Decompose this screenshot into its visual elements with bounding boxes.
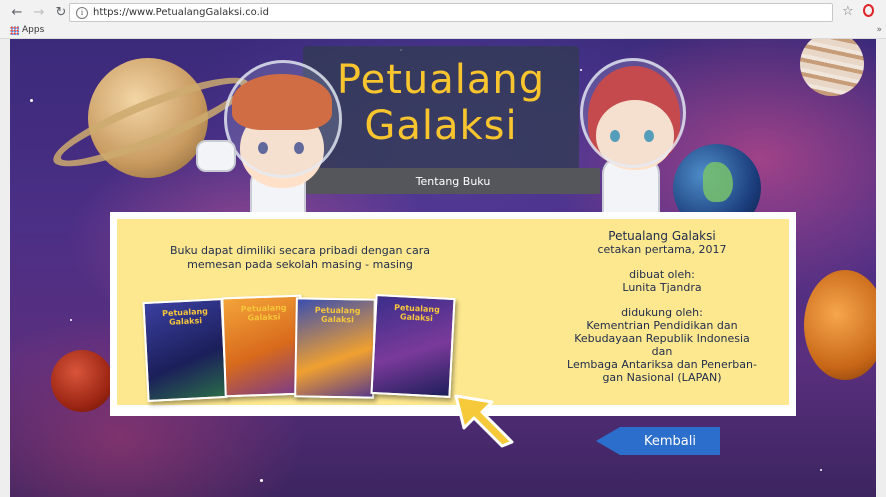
back-arrow-icon[interactable]: ← xyxy=(9,4,25,20)
purchase-info: Buku dapat dimiliki secara pribadi denga… xyxy=(150,244,450,272)
boy-fist xyxy=(196,140,236,172)
red-planet xyxy=(51,350,113,412)
bookmark-star-icon[interactable]: ☆ xyxy=(842,4,854,19)
apps-label: Apps xyxy=(22,25,45,35)
book-cover-title: Petualang Galaksi xyxy=(161,306,209,327)
site-title-line1: Petualang xyxy=(336,57,546,103)
credits-made-by-label: dibuat oleh: xyxy=(629,268,695,281)
page-margin-right xyxy=(876,39,886,497)
star-sparkle xyxy=(70,319,72,321)
back-button-label: Kembali xyxy=(644,433,696,449)
credits-supported-label: didukung oleh: xyxy=(621,306,703,319)
book-cover-title: Petualang Galaksi xyxy=(314,305,361,325)
girl-helmet xyxy=(580,58,686,168)
credits-supporter2-line2: gan Nasional (LAPAN) xyxy=(602,371,722,384)
boy-helmet xyxy=(224,60,342,178)
bookmarks-more[interactable]: » xyxy=(876,25,882,35)
tab-tentang-buku[interactable]: Tentang Buku xyxy=(306,168,600,194)
book-covers: Petualang Galaksi Petualang Galaksi Petu… xyxy=(142,292,465,403)
opera-icon[interactable] xyxy=(863,4,874,17)
credits-edition: cetakan pertama, 2017 xyxy=(597,243,727,256)
book-cover-title: Petualang Galaksi xyxy=(240,303,287,323)
book-cover-1: Petualang Galaksi xyxy=(142,297,228,403)
purchase-info-line2: memesan pada sekolah masing - masing xyxy=(187,258,413,271)
apps-shortcut[interactable]: Apps xyxy=(10,25,44,35)
purchase-info-line1: Buku dapat dimiliki secara pribadi denga… xyxy=(170,244,430,257)
orange-planet xyxy=(804,270,886,380)
credits-connector: dan xyxy=(651,345,673,358)
reload-icon[interactable]: ↻ xyxy=(53,4,69,20)
book-cover-title: Petualang Galaksi xyxy=(393,302,441,323)
page-margin-left xyxy=(0,39,10,497)
credits-supporter1-line1: Kementrian Pendidikan dan xyxy=(586,319,738,332)
bookmarks-bar: Apps » xyxy=(0,24,886,39)
star-sparkle xyxy=(820,469,822,471)
browser-toolbar: ← → ↻ i https://www.PetualangGalaksi.co.… xyxy=(0,0,886,24)
forward-arrow-icon[interactable]: → xyxy=(31,4,47,20)
jupiter-planet xyxy=(800,39,864,96)
star-sparkle xyxy=(30,99,33,102)
book-cover-2: Petualang Galaksi xyxy=(221,294,305,398)
credits-title: Petualang Galaksi xyxy=(608,229,716,243)
tab-label: Tentang Buku xyxy=(415,174,491,188)
credits-supporter1-line2: Kebudayaan Republik Indonesia xyxy=(574,332,750,345)
site-title-line2: Galaksi xyxy=(364,103,518,149)
credits-supporter2-line1: Lembaga Antariksa dan Penerban- xyxy=(567,358,757,371)
pointer-arrow-icon xyxy=(454,394,514,448)
address-bar[interactable]: i https://www.PetualangGalaksi.co.id xyxy=(69,3,833,22)
credits-author: Lunita Tjandra xyxy=(622,281,702,294)
star-sparkle xyxy=(260,479,263,482)
book-cover-4: Petualang Galaksi xyxy=(370,293,456,399)
apps-grid-icon xyxy=(10,25,19,35)
back-button[interactable]: Kembali xyxy=(596,427,720,455)
info-icon[interactable]: i xyxy=(76,6,88,19)
book-credits: Petualang Galaksi cetakan pertama, 2017 … xyxy=(542,229,782,385)
book-cover-3: Petualang Galaksi xyxy=(294,297,376,399)
url-text: https://www.PetualangGalaksi.co.id xyxy=(93,7,269,18)
